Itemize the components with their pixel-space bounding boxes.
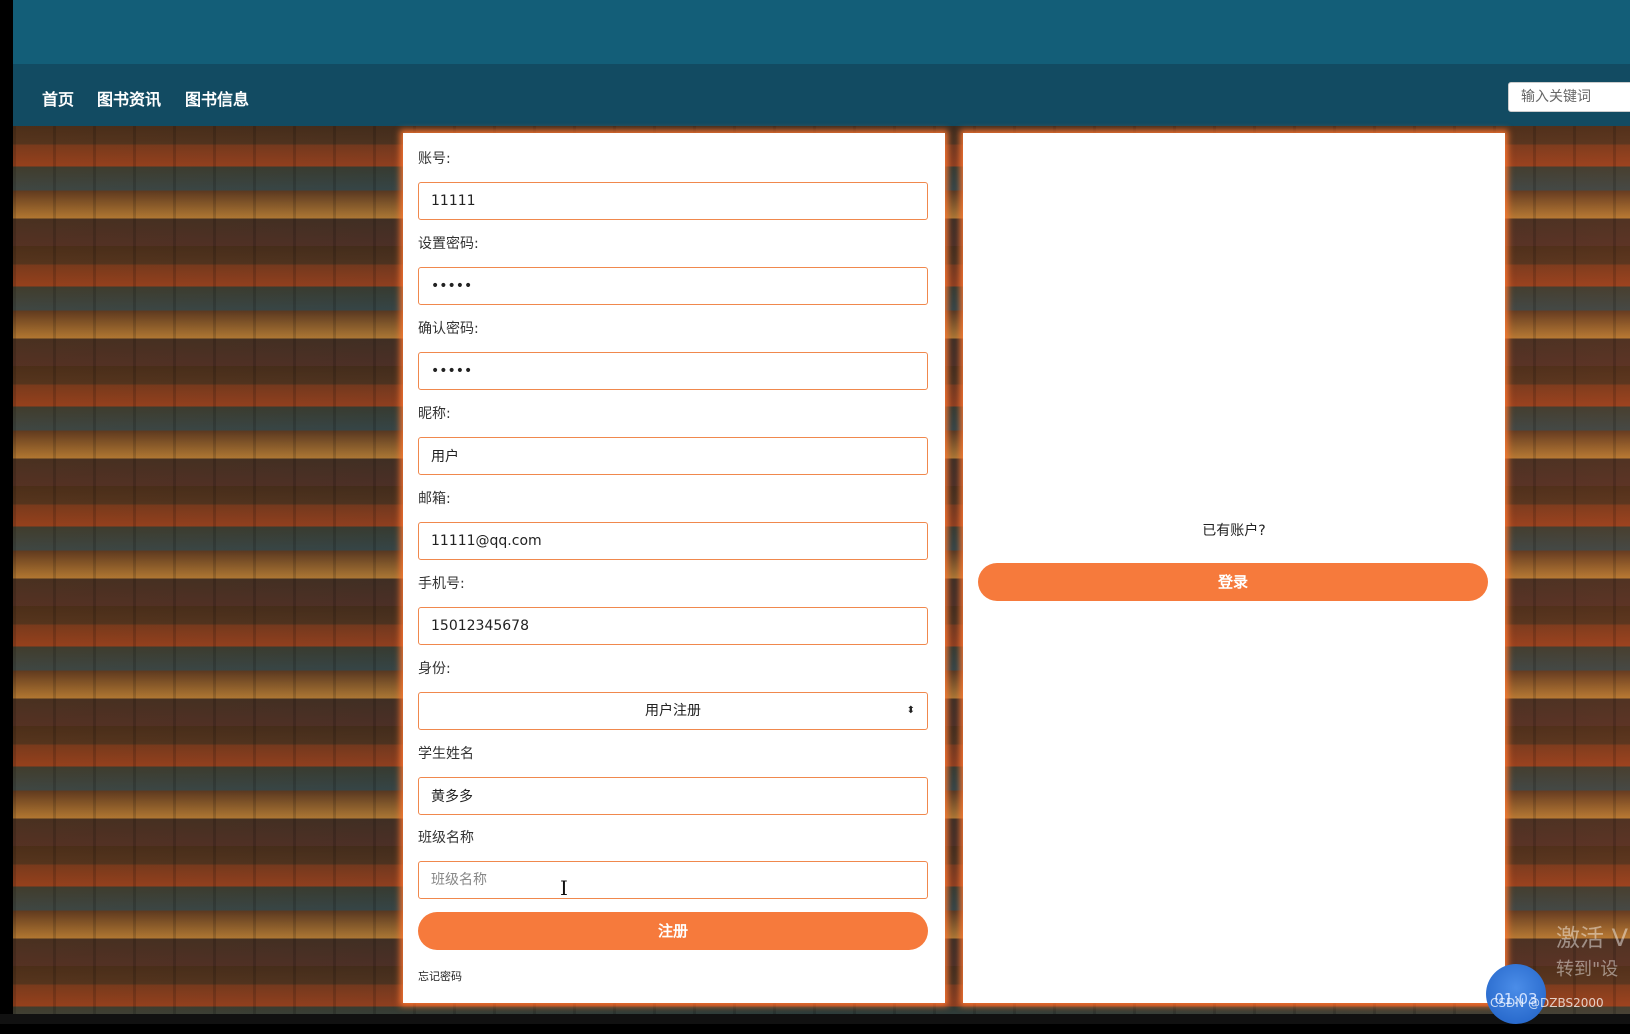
credit-watermark: CSDN @DZBS2000 xyxy=(1490,996,1604,1010)
student-name-label: 学生姓名 xyxy=(418,746,474,762)
bottom-edge xyxy=(0,1014,1630,1024)
account-label: 账号: xyxy=(418,151,451,167)
role-select-value: 用户注册 xyxy=(645,703,701,719)
student-name-input[interactable] xyxy=(418,777,928,815)
nickname-input[interactable] xyxy=(418,437,928,475)
phone-label: 手机号: xyxy=(418,576,465,592)
password-label: 设置密码: xyxy=(418,236,479,252)
top-header-bar xyxy=(13,0,1630,64)
register-button[interactable]: 注册 xyxy=(418,912,928,950)
select-arrows-icon: ⬍ xyxy=(906,705,915,716)
phone-input[interactable] xyxy=(418,607,928,645)
forgot-password-link[interactable]: 忘记密码 xyxy=(418,968,462,984)
nav-item-book-info[interactable]: 图书信息 xyxy=(185,86,249,110)
class-name-input[interactable] xyxy=(418,861,928,899)
login-button[interactable]: 登录 xyxy=(978,563,1488,601)
confirm-password-input[interactable] xyxy=(418,352,928,390)
role-select[interactable]: 用户注册 ⬍ xyxy=(418,692,928,730)
register-form-panel: 账号: 设置密码: 确认密码: 昵称: 邮箱: 手机号: 身份: 用户注册 ⬍ … xyxy=(403,133,945,1003)
activation-watermark-sub: 转到"设 xyxy=(1556,959,1619,980)
nickname-label: 昵称: xyxy=(418,406,451,422)
nav-item-home[interactable]: 首页 xyxy=(42,86,74,110)
search-input[interactable] xyxy=(1508,82,1630,112)
confirm-password-label: 确认密码: xyxy=(418,321,479,337)
email-input[interactable] xyxy=(418,522,928,560)
role-label: 身份: xyxy=(418,661,451,677)
password-input[interactable] xyxy=(418,267,928,305)
left-edge xyxy=(0,0,13,1024)
has-account-text: 已有账户? xyxy=(1202,523,1266,539)
nav-item-book-news[interactable]: 图书资讯 xyxy=(97,86,161,110)
recording-timer[interactable]: 01:03 xyxy=(1486,964,1546,1024)
email-label: 邮箱: xyxy=(418,491,451,507)
class-name-label: 班级名称 xyxy=(418,830,474,846)
activation-watermark: 激活 V xyxy=(1556,924,1629,952)
account-input[interactable] xyxy=(418,182,928,220)
login-prompt-panel: 已有账户? 登录 xyxy=(963,133,1505,1003)
text-cursor-icon: I xyxy=(560,876,568,900)
nav-bar: 首页 图书资讯 图书信息 xyxy=(13,64,1630,126)
